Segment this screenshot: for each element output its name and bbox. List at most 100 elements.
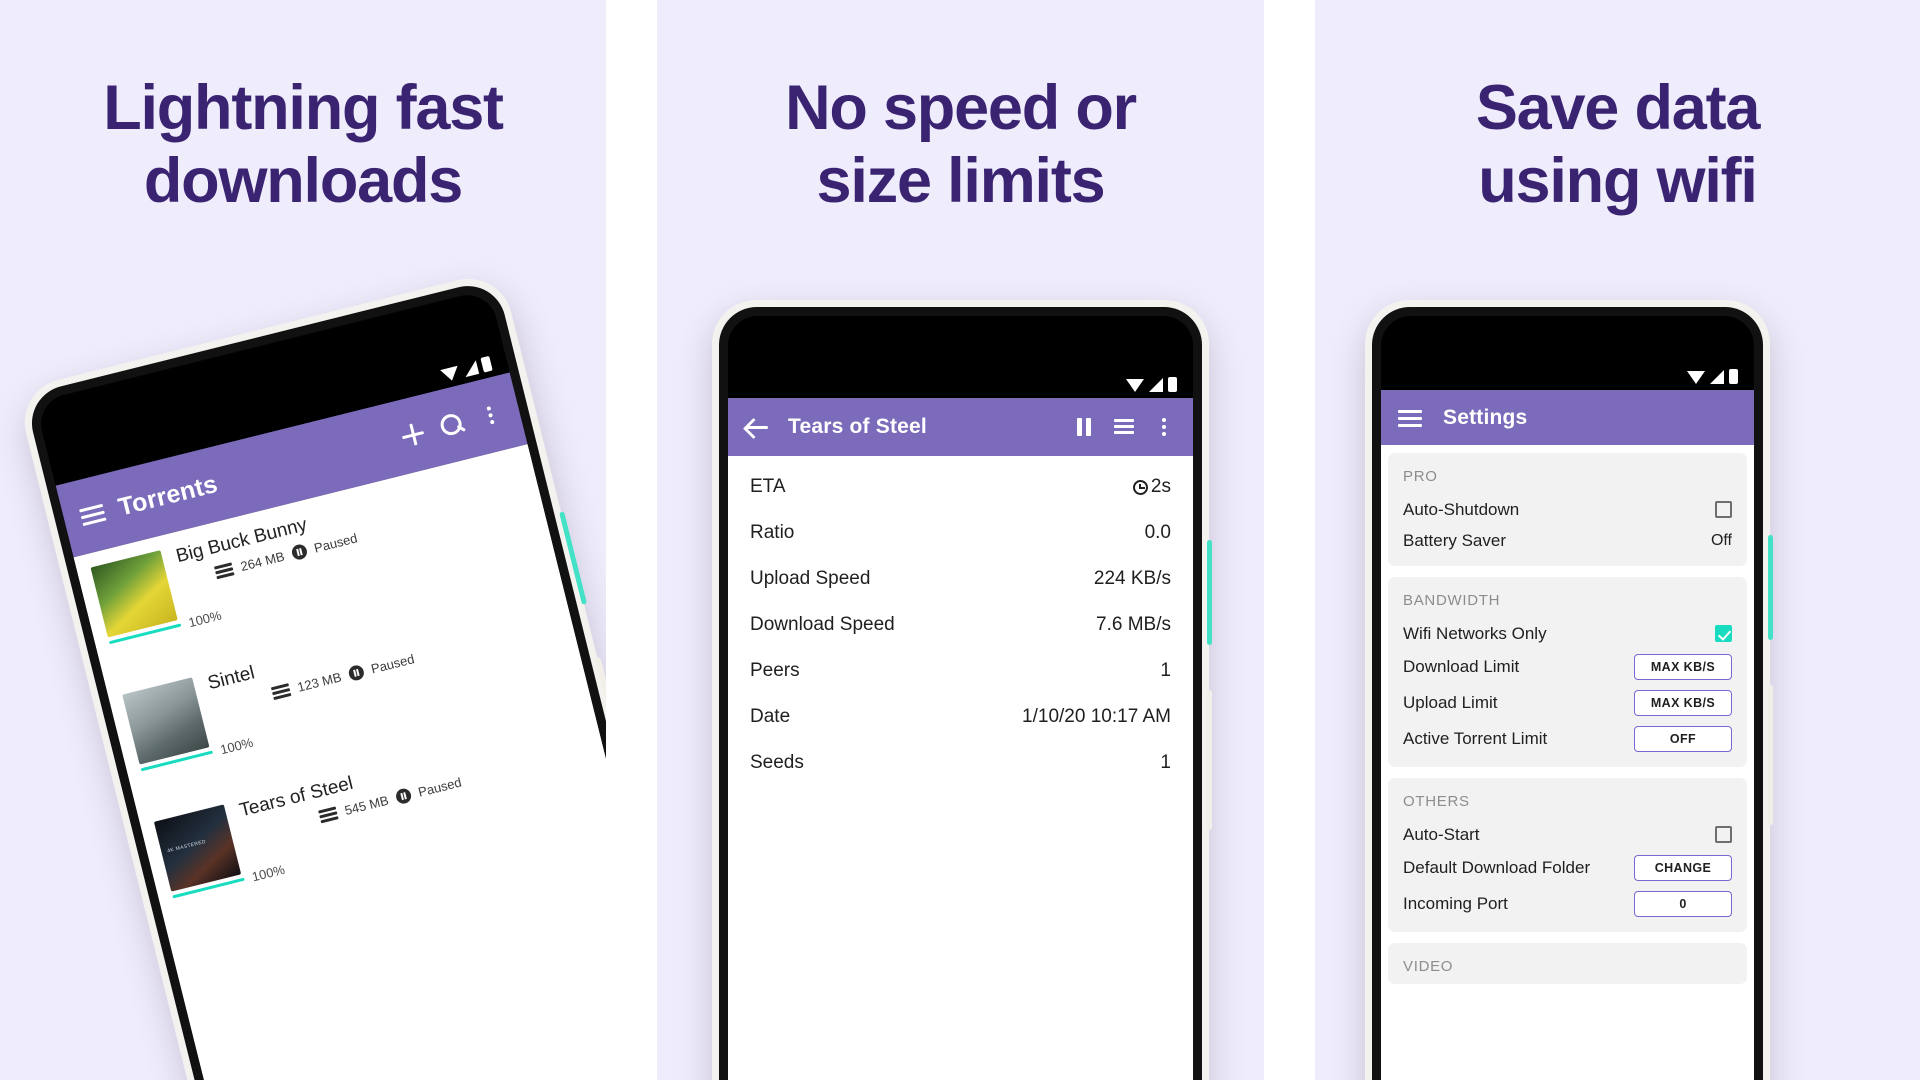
auto-shutdown-checkbox[interactable] [1715,501,1732,518]
clock-icon [1132,479,1148,495]
setting-label: Download Limit [1403,657,1520,676]
detail-label: Seeds [750,752,804,773]
settings-list: PRO Auto-Shutdown Battery Saver Off BAND… [1381,445,1754,1080]
setting-row-battery-saver[interactable]: Battery Saver Off [1388,525,1747,556]
torrent-state: Paused [369,651,416,677]
detail-row-peers: Peers 1 [728,648,1193,694]
torrent-size: 545 MB [343,792,391,819]
setting-label: Wifi Networks Only [1403,623,1547,643]
setting-label: Auto-Start [1403,824,1480,844]
files-icon [318,806,339,823]
hamburger-icon[interactable] [1397,405,1423,431]
overflow-menu-icon[interactable] [1151,414,1177,440]
settings-section-video: VIDEO [1388,943,1747,984]
detail-label: Download Speed [750,614,895,635]
upload-limit-button[interactable]: MAX KB/S [1634,690,1732,716]
paused-icon [347,663,366,683]
detail-label: Upload Speed [750,568,871,589]
volume-button[interactable] [1207,690,1212,830]
files-icon [213,562,235,579]
power-button[interactable] [1207,540,1212,645]
setting-row-active-torrent-limit[interactable]: Active Torrent Limit OFF [1388,721,1747,757]
hamburger-icon[interactable] [77,499,109,531]
detail-value-wrap: 2s [1132,476,1171,498]
app-bar-title: Settings [1443,405,1528,429]
promo-panel-lightning-fast: Lightning fast downloads Torrents Big Bu… [0,0,606,1080]
active-torrent-limit-button[interactable]: OFF [1634,726,1732,752]
detail-value: 1/10/20 10:17 AM [1022,706,1171,727]
settings-section-bandwidth: BANDWIDTH Wifi Networks Only Download Li… [1388,577,1747,767]
torrent-state: Paused [416,774,464,800]
setting-label: Incoming Port [1403,894,1508,913]
promo-panel-save-data: Save data using wifi Settings PRO Auto-S… [1315,0,1920,1080]
detail-label: Ratio [750,522,795,543]
page-title: Save data using wifi [1475,73,1761,217]
phone-frame: Tears of Steel ETA 2s Ratio 0.0 Upload S… [719,307,1202,1080]
section-header: PRO [1403,468,1438,485]
wifi-icon [440,365,461,383]
app-bar: Settings [1381,390,1754,445]
volume-button[interactable] [1768,685,1773,825]
download-limit-button[interactable]: MAX KB/S [1634,654,1732,680]
detail-label: Peers [750,660,800,681]
status-bar-icons [1126,377,1177,392]
status-bar [728,316,1193,398]
setting-label: Battery Saver [1403,530,1506,550]
incoming-port-button[interactable]: 0 [1634,891,1732,917]
torrent-details-list: ETA 2s Ratio 0.0 Upload Speed 224 KB/s D… [728,456,1193,1080]
section-header: OTHERS [1403,793,1470,810]
paused-icon [394,787,413,806]
status-bar [1381,316,1754,390]
change-folder-button[interactable]: CHANGE [1634,855,1732,881]
detail-value: 7.6 MB/s [1096,614,1171,635]
setting-row-default-download-folder[interactable]: Default Download Folder CHANGE [1388,850,1747,886]
overflow-menu-icon[interactable] [475,400,507,432]
auto-start-checkbox[interactable] [1715,826,1732,843]
detail-value: 1 [1160,752,1171,773]
list-icon[interactable] [1111,414,1137,440]
detail-value: 224 KB/s [1093,568,1171,589]
cellular-signal-icon [1149,378,1163,392]
battery-saver-value: Off [1710,531,1732,549]
setting-label: Default Download Folder [1403,858,1591,877]
app-bar-title: Tears of Steel [788,415,927,438]
paused-icon [290,543,309,562]
detail-row-download-speed: Download Speed 7.6 MB/s [728,602,1193,648]
setting-row-download-limit[interactable]: Download Limit MAX KB/S [1388,649,1747,685]
cellular-signal-icon [1710,370,1724,384]
status-bar-icons [1687,369,1738,384]
detail-label: Date [750,706,791,727]
phone-screen: Settings PRO Auto-Shutdown Battery Saver [1381,316,1754,1080]
search-icon[interactable] [436,409,468,441]
setting-label: Auto-Shutdown [1403,499,1520,519]
phone-screen: Torrents Big Buck Bunny 264 MB Paused 10… [34,288,606,1080]
setting-row-upload-limit[interactable]: Upload Limit MAX KB/S [1388,685,1747,721]
setting-row-incoming-port[interactable]: Incoming Port 0 [1388,886,1747,922]
settings-section-pro: PRO Auto-Shutdown Battery Saver Off [1388,453,1747,566]
files-icon [270,683,292,700]
phone-frame: Settings PRO Auto-Shutdown Battery Saver [1372,307,1763,1080]
setting-label: Upload Limit [1403,693,1498,712]
setting-row-auto-shutdown[interactable]: Auto-Shutdown [1388,494,1747,525]
setting-row-auto-start[interactable]: Auto-Start [1388,819,1747,850]
wifi-icon [1126,379,1144,392]
phone-frame: Torrents Big Buck Bunny 264 MB Paused 10… [23,278,606,1080]
plus-icon[interactable] [397,419,429,451]
wifi-icon [1687,371,1705,384]
detail-value: 0.0 [1144,522,1171,543]
setting-row-wifi-networks-only[interactable]: Wifi Networks Only [1388,618,1747,649]
power-button[interactable] [1768,535,1773,640]
section-header: BANDWIDTH [1403,592,1501,609]
wifi-networks-only-checkbox[interactable] [1715,625,1732,642]
torrent-size: 123 MB [295,669,343,695]
detail-label: ETA [750,476,786,497]
pause-icon[interactable] [1071,414,1097,440]
battery-icon [480,355,493,373]
setting-label: Active Torrent Limit [1403,729,1548,748]
detail-row-eta: ETA 2s [728,464,1193,510]
phone-device-settings: Settings PRO Auto-Shutdown Battery Saver [1365,300,1773,1080]
detail-row-date: Date 1/10/20 10:17 AM [728,694,1193,740]
back-arrow-icon[interactable] [744,414,770,440]
torrent-size: 264 MB [238,548,287,574]
phone-device-torrents: Torrents Big Buck Bunny 264 MB Paused 10… [15,269,606,1080]
